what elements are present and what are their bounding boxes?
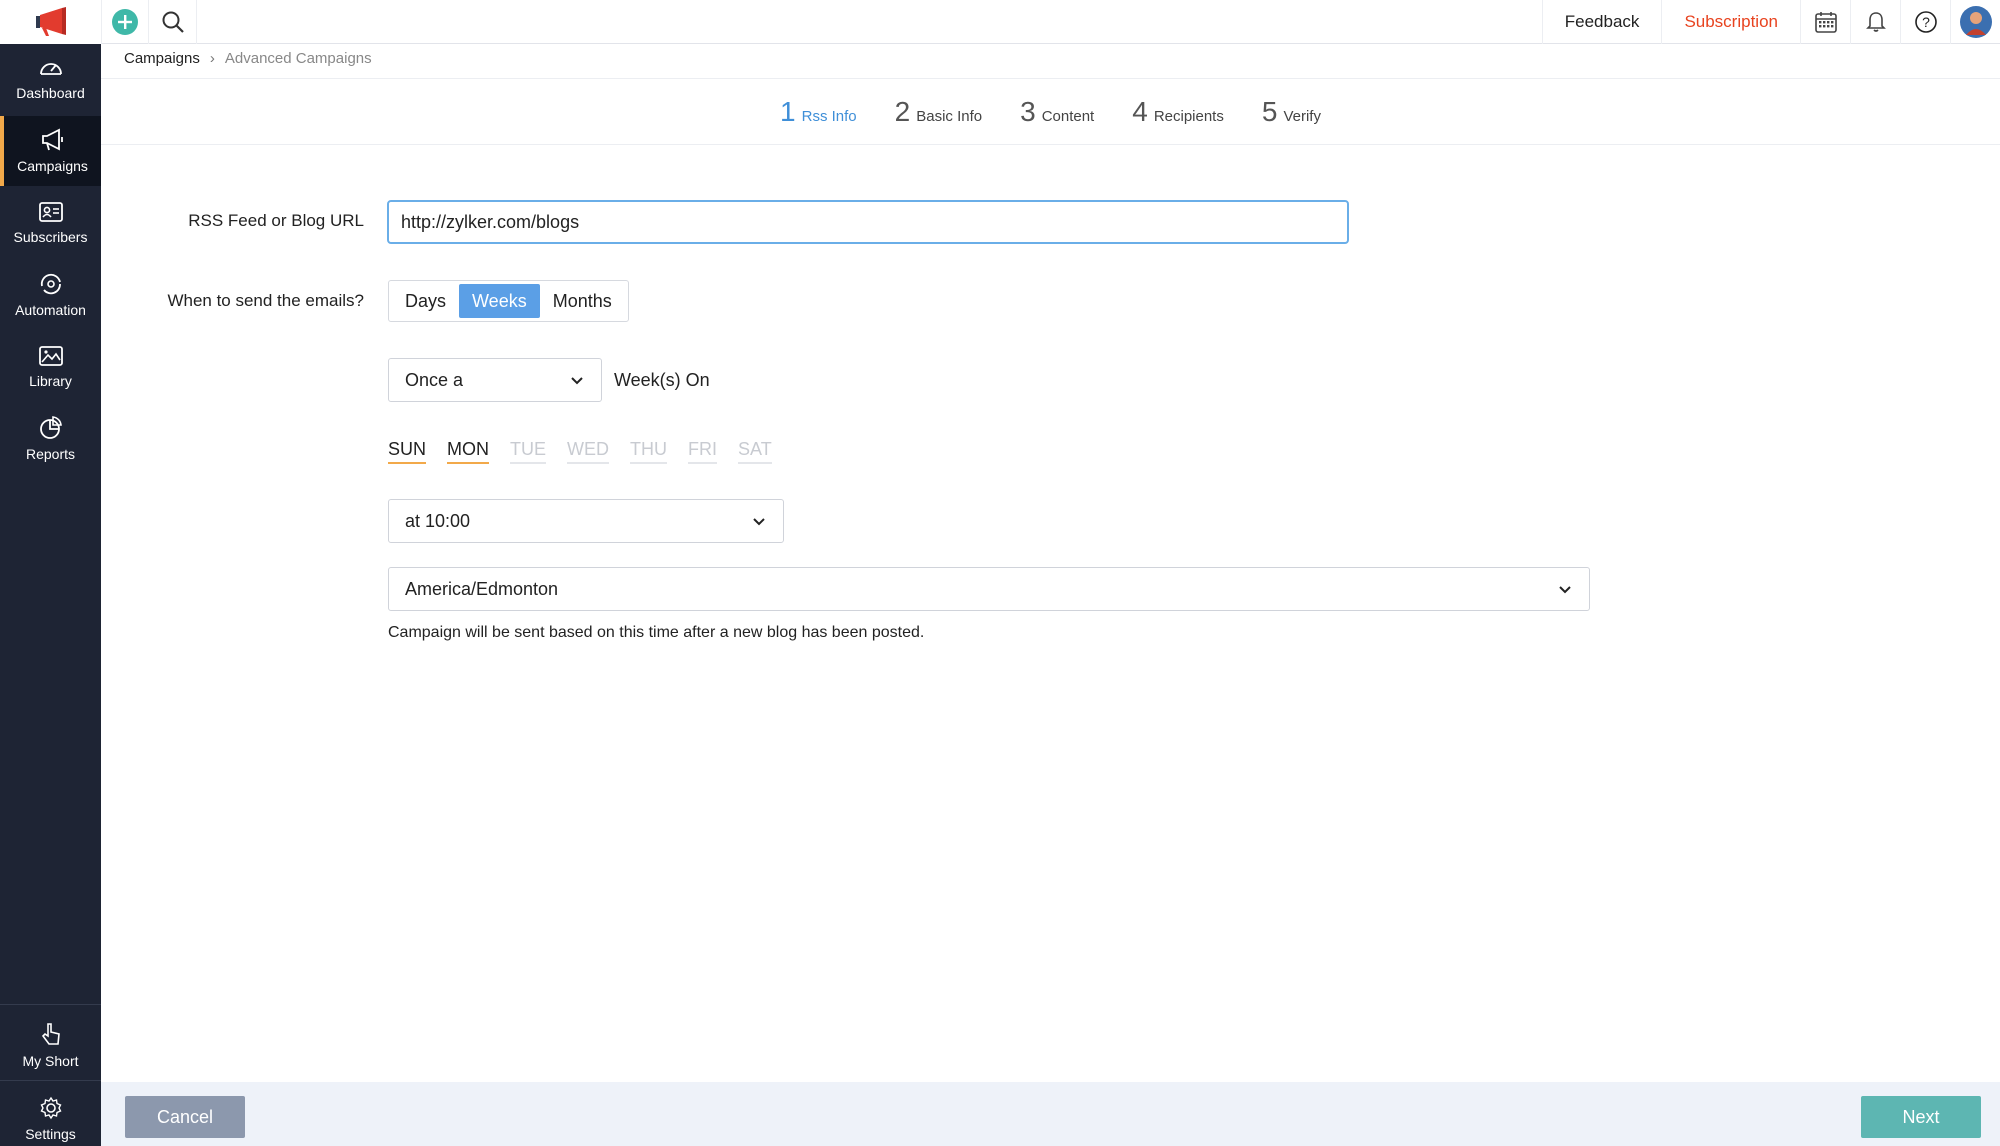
chevron-down-icon (1559, 586, 1571, 594)
frequency-toggle: Days Weeks Months (388, 280, 629, 322)
interval-select[interactable]: Once a (388, 358, 602, 402)
step-name: Recipients (1153, 107, 1224, 125)
time-value: at 10:00 (405, 510, 471, 531)
step-basic-info[interactable]: 2 Basic Info (895, 96, 982, 128)
chevron-down-icon (571, 377, 583, 385)
step-name: Basic Info (916, 107, 983, 125)
sidebar-item-campaigns[interactable]: Campaigns (0, 116, 101, 186)
sidebar-item-label: Dashboard (16, 85, 85, 101)
step-recipients[interactable]: 4 Recipients (1132, 96, 1224, 128)
gear-icon (40, 1096, 61, 1120)
sidebar-item-label: Campaigns (17, 158, 88, 174)
dashboard-icon (39, 63, 62, 75)
step-number: 3 (1020, 95, 1036, 127)
automation-icon (40, 273, 61, 295)
megaphone-logo-icon[interactable] (0, 0, 101, 44)
timezone-value: America/Edmonton (405, 578, 559, 599)
rss-url-input[interactable] (387, 200, 1349, 244)
day-wed[interactable]: WED (567, 439, 610, 464)
sidebar-divider (0, 1080, 101, 1081)
sidebar-item-label: My Short (22, 1053, 79, 1069)
sidebar-item-reports[interactable]: Reports (0, 404, 101, 474)
step-name: Content (1041, 107, 1095, 125)
interval-suffix: Week(s) On (614, 370, 710, 390)
search-button[interactable] (149, 0, 197, 44)
calendar-button[interactable] (1800, 0, 1850, 44)
step-verify[interactable]: 5 Verify (1262, 96, 1321, 128)
reports-icon (39, 416, 62, 439)
megaphone-icon (41, 128, 63, 151)
sidebar: Dashboard Campaigns Subscribers Automati… (0, 44, 101, 1146)
calendar-icon (1814, 11, 1837, 33)
interval-value: Once a (405, 369, 464, 390)
sidebar-item-library[interactable]: Library (0, 332, 101, 402)
sidebar-item-settings[interactable]: Settings (0, 1084, 101, 1146)
user-avatar[interactable] (1950, 0, 2000, 44)
step-name: Rss Info (801, 107, 857, 125)
sidebar-item-automation[interactable]: Automation (0, 260, 101, 330)
add-button[interactable] (101, 0, 149, 44)
step-number: 2 (894, 95, 911, 127)
step-number: 4 (1132, 95, 1148, 127)
help-icon: ? (1914, 10, 1937, 33)
step-number: 5 (1261, 95, 1278, 127)
day-fri[interactable]: FRI (688, 439, 718, 464)
step-number: 1 (780, 95, 796, 127)
wizard-steps: 1 Rss Info 2 Basic Info 3 Content 4 Reci… (101, 79, 2000, 145)
cancel-button[interactable]: Cancel (125, 1096, 245, 1138)
weekday-picker: SUN MON TUE WED THU FRI SAT (388, 439, 793, 464)
help-button[interactable]: ? (1900, 0, 1950, 44)
when-label: When to send the emails? (167, 291, 364, 310)
breadcrumb-current: Advanced Campaigns (224, 50, 372, 67)
timezone-select[interactable]: America/Edmonton (388, 567, 1590, 611)
svg-text:?: ? (1922, 14, 1930, 30)
sidebar-item-label: Library (29, 373, 72, 389)
breadcrumb: Campaigns › Advanced Campaigns (124, 50, 372, 67)
frequency-weeks-button[interactable]: Weeks (459, 284, 540, 318)
avatar-icon (1959, 5, 1992, 38)
day-sat[interactable]: SAT (738, 439, 772, 464)
breadcrumb-campaigns[interactable]: Campaigns (124, 50, 200, 67)
sidebar-divider (0, 1004, 101, 1005)
breadcrumb-separator: › (209, 50, 215, 67)
step-name: Verify (1283, 107, 1321, 125)
top-bar: Feedback Subscription ? (0, 0, 2000, 44)
url-label: RSS Feed or Blog URL (188, 211, 364, 230)
next-button[interactable]: Next (1861, 1096, 1981, 1138)
sidebar-item-label: Subscribers (13, 229, 88, 245)
sidebar-item-my-short[interactable]: My Short (0, 1010, 101, 1080)
bell-icon (1865, 11, 1886, 32)
day-sun[interactable]: SUN (388, 439, 427, 464)
plus-circle-icon (112, 8, 138, 35)
notifications-button[interactable] (1850, 0, 1900, 44)
search-icon (162, 11, 184, 33)
chevron-down-icon (753, 518, 765, 526)
sidebar-item-subscribers[interactable]: Subscribers (0, 188, 101, 258)
step-content[interactable]: 3 Content (1020, 96, 1094, 128)
footer-bar (101, 1082, 2000, 1146)
pointer-icon (41, 1023, 60, 1045)
subscription-link[interactable]: Subscription (1661, 0, 1800, 44)
frequency-days-button[interactable]: Days (392, 284, 459, 318)
day-mon[interactable]: MON (447, 439, 490, 464)
frequency-months-button[interactable]: Months (540, 284, 625, 318)
day-tue[interactable]: TUE (510, 439, 547, 464)
sidebar-item-label: Automation (15, 302, 86, 318)
sidebar-item-label: Settings (25, 1126, 76, 1142)
feedback-link[interactable]: Feedback (1541, 0, 1662, 44)
sidebar-item-dashboard[interactable]: Dashboard (0, 44, 101, 114)
schedule-hint: Campaign will be sent based on this time… (388, 624, 925, 641)
step-rss-info[interactable]: 1 Rss Info (780, 96, 857, 128)
library-icon (38, 346, 63, 366)
time-select[interactable]: at 10:00 (388, 499, 784, 543)
sidebar-item-label: Reports (25, 446, 76, 462)
subscribers-icon (38, 202, 63, 222)
day-thu[interactable]: THU (630, 439, 668, 464)
